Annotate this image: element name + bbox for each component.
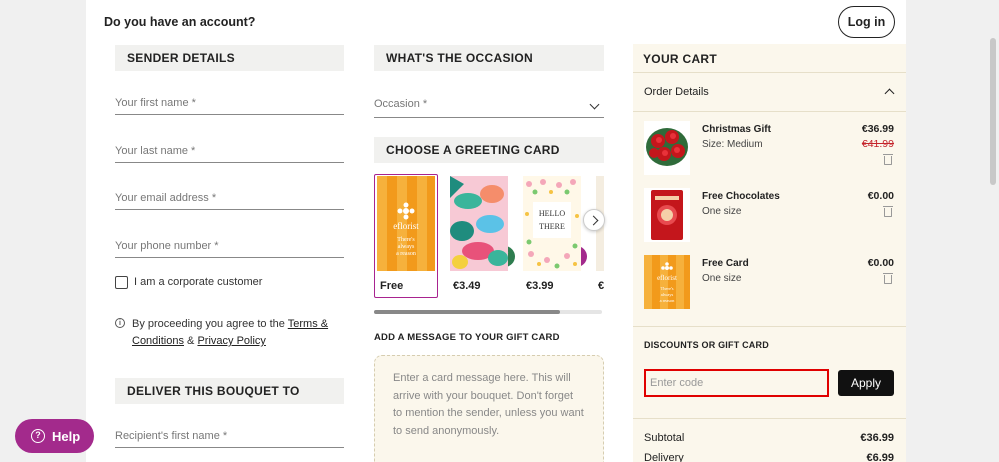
chevron-up-icon[interactable] — [884, 88, 895, 99]
trash-icon[interactable] — [883, 154, 893, 165]
free-card-image: eflorist There's always a reason — [644, 255, 690, 309]
card-carousel-scroll-thumb[interactable] — [374, 310, 560, 314]
login-button[interactable]: Log in — [838, 6, 895, 38]
cart-panel: YOUR CART Order Details Christmas Gift S… — [633, 44, 906, 462]
terms-prefix: By proceeding you agree to the — [132, 318, 285, 330]
page-scrollbar[interactable] — [990, 38, 996, 185]
chevron-down-icon — [589, 99, 600, 110]
cart-item-name: Free Card — [702, 258, 749, 269]
greeting-card-hello-there[interactable]: HELLO THERE — [523, 176, 581, 271]
question-icon: ? — [31, 429, 45, 443]
cart-item-size: Size: Medium — [702, 139, 763, 150]
first-name-field[interactable]: Your first name * — [115, 93, 344, 115]
delivery-label: Delivery — [644, 452, 684, 462]
gift-message-heading: ADD A MESSAGE TO YOUR GIFT CARD — [374, 332, 560, 343]
divider — [633, 326, 906, 327]
card-tagline-2: always — [398, 244, 415, 250]
card-price-tropical: €3.49 — [453, 280, 481, 292]
divider — [633, 418, 906, 419]
delivery-value: €6.99 — [866, 452, 894, 462]
discount-heading: DISCOUNTS OR GIFT CARD — [644, 340, 769, 350]
info-icon: i — [115, 318, 125, 328]
subtotal-label: Subtotal — [644, 432, 685, 444]
cart-item-name: Christmas Gift — [702, 124, 771, 135]
occasion-heading: WHAT'S THE OCCASION — [374, 45, 604, 71]
terms-notice: By proceeding you agree to the Terms & C… — [132, 316, 337, 350]
divider — [633, 72, 906, 73]
card-there-text: THERE — [539, 222, 565, 231]
apply-code-button[interactable]: Apply — [838, 370, 894, 396]
last-name-field[interactable]: Your last name * — [115, 141, 344, 163]
order-details-toggle[interactable]: Order Details — [644, 86, 709, 98]
corporate-checkbox[interactable] — [115, 276, 128, 289]
help-label: Help — [52, 429, 81, 444]
occasion-select[interactable]: Occasion * — [374, 95, 604, 118]
trash-icon[interactable] — [883, 206, 893, 217]
card-hello-text: HELLO — [539, 209, 565, 218]
recipient-first-name-field[interactable]: Recipient's first name * — [115, 426, 344, 448]
discount-code-input[interactable] — [644, 369, 829, 397]
cart-item-price: €36.99 — [861, 123, 894, 135]
deliver-heading: DELIVER THIS BOUQUET TO — [115, 378, 344, 404]
email-field[interactable]: Your email address * — [115, 188, 344, 210]
divider — [633, 111, 906, 112]
greeting-card-heading: CHOOSE A GREETING CARD — [374, 137, 604, 163]
trash-icon[interactable] — [883, 273, 893, 284]
mini-card-tagline-2: always — [661, 292, 674, 297]
privacy-link[interactable]: Privacy Policy — [197, 335, 265, 347]
subtotal-value: €36.99 — [860, 432, 894, 444]
cart-item-name: Free Chocolates — [702, 191, 780, 202]
christmas-gift-image — [644, 121, 690, 175]
account-question: Do you have an account? — [104, 15, 256, 29]
terms-and: & — [187, 335, 195, 347]
cart-item-price: €0.00 — [867, 190, 894, 202]
greeting-card-tropical[interactable] — [450, 176, 508, 271]
card-tagline-3: a reason — [396, 251, 416, 257]
mini-card-tagline-3: a reason — [660, 298, 676, 303]
card-brand-text: eflorist — [393, 221, 419, 231]
cart-item-size: One size — [702, 206, 742, 217]
sender-details-heading: SENDER DETAILS — [115, 45, 344, 71]
occasion-value: Occasion * — [374, 98, 428, 110]
help-button[interactable]: ? Help — [15, 419, 94, 453]
mini-card-tagline-1: There's — [660, 286, 673, 291]
phone-field[interactable]: Your phone number * — [115, 236, 344, 258]
card-carousel-scrollbar[interactable] — [374, 310, 602, 314]
corporate-label: I am a corporate customer — [134, 276, 263, 288]
mini-card-brand: eflorist — [657, 274, 677, 282]
card-tagline-1: There's — [397, 237, 415, 243]
gift-message-textarea[interactable]: Enter a card message here. This will arr… — [374, 355, 604, 462]
chocolates-image — [644, 188, 690, 242]
card-price-hello: €3.99 — [526, 280, 554, 292]
card-price-partial: € — [598, 280, 605, 292]
next-cards-button[interactable] — [583, 209, 605, 231]
checkout-page: Do you have an account? Log in SENDER DE… — [86, 0, 906, 462]
card-price-free: Free — [380, 280, 404, 292]
cart-item-price: €0.00 — [867, 257, 894, 269]
cart-heading: YOUR CART — [643, 52, 718, 66]
greeting-card-eflorist[interactable]: eflorist There's always a reason — [377, 176, 435, 271]
cart-item-size: One size — [702, 273, 742, 284]
cart-item-old-price: €41.99 — [861, 138, 894, 150]
